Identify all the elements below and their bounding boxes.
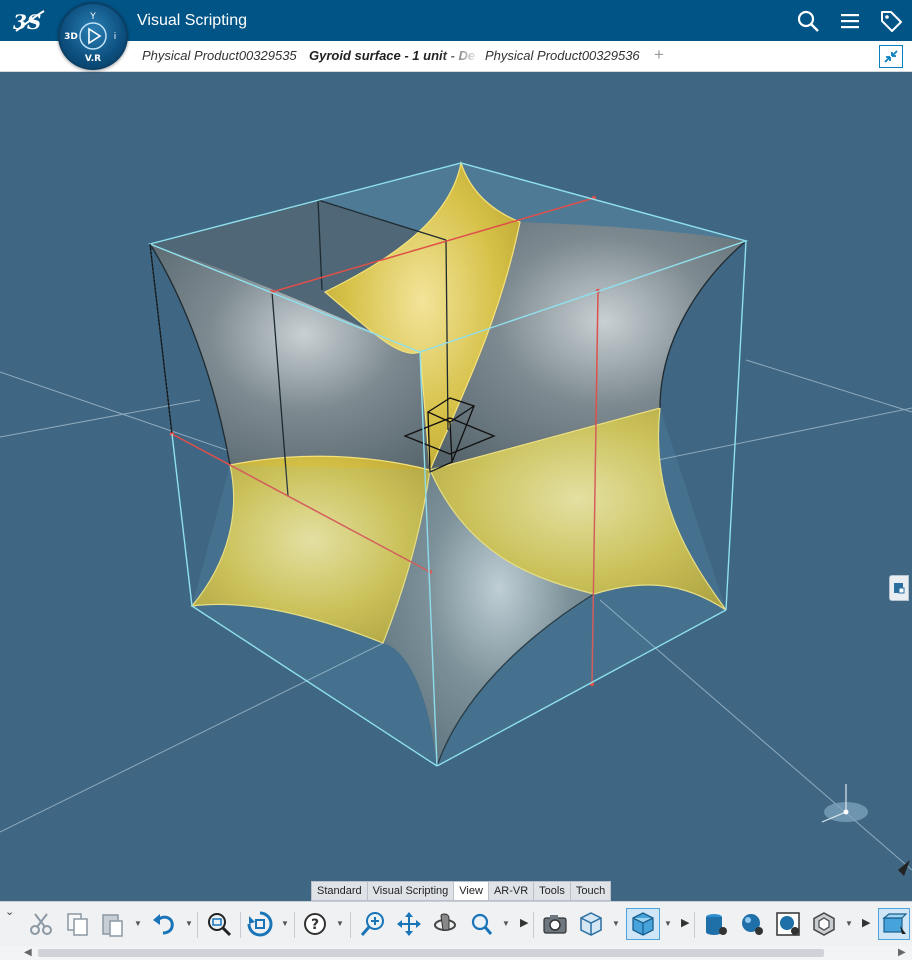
help-icon: ? — [304, 913, 326, 935]
zoom-icon — [360, 912, 384, 936]
render-icon — [776, 912, 800, 936]
cube-view-button[interactable] — [878, 908, 910, 940]
3d-viewport[interactable] — [0, 72, 912, 902]
minimize-window-button[interactable] — [879, 45, 903, 68]
zoom-fit-icon — [208, 913, 232, 937]
capture-button[interactable] — [540, 908, 570, 940]
top-bar: 3S Visual Scripting — [0, 0, 912, 41]
compass-widget[interactable]: Y 3D i V.R — [58, 2, 128, 70]
expand-group-arrow-2[interactable]: ▶ — [681, 916, 689, 929]
panel-icon — [894, 583, 905, 594]
tag-icon[interactable] — [879, 9, 903, 33]
compass-bottom-label: V.R — [85, 54, 101, 64]
tab-physical-product-1[interactable]: Physical Product00329535 — [142, 48, 297, 63]
tab-physical-product-2[interactable]: Physical Product00329536 — [485, 48, 640, 63]
section-tab-standard[interactable]: Standard — [311, 881, 367, 901]
help-button[interactable]: ? — [300, 908, 330, 940]
copy-icon — [67, 913, 88, 936]
undo-icon — [153, 914, 174, 935]
help-options-caret[interactable]: ▼ — [336, 919, 344, 928]
expand-group-arrow-3[interactable]: ▶ — [862, 916, 870, 929]
render-button[interactable] — [773, 908, 803, 940]
cube-view-icon — [882, 913, 908, 934]
pan-button[interactable] — [394, 908, 424, 940]
svg-text:?: ? — [311, 917, 319, 933]
cut-button[interactable] — [26, 908, 56, 940]
paste-button[interactable] — [98, 908, 128, 940]
compass-top-label: Y — [89, 12, 96, 22]
scroll-thumb[interactable] — [38, 949, 824, 957]
paste-icon — [102, 914, 123, 937]
zoom-options-caret[interactable]: ▼ — [502, 919, 510, 928]
gyroid-scene — [0, 160, 912, 876]
action-bar: ▼ ▼ ▼ ? ▼ ▼ ▶ ▼ ▼ ▶ ▼ ▶ — [0, 901, 912, 946]
action-bar-scrollbar[interactable]: ◀ ▶ — [0, 946, 912, 960]
zoom-area-button[interactable] — [466, 908, 496, 940]
scroll-left-arrow[interactable]: ◀ — [24, 946, 32, 960]
collapse-action-bar-chevron[interactable]: ⌄ — [5, 905, 14, 918]
section-tab-tools[interactable]: Tools — [533, 881, 570, 901]
cursor-pointer-icon — [898, 860, 910, 876]
wireframe-caret[interactable]: ▼ — [845, 919, 853, 928]
document-tab-bar: Physical Product00329535 Gyroid surface … — [0, 41, 912, 72]
copy-button[interactable] — [62, 908, 92, 940]
fit-selection-button[interactable] — [204, 908, 234, 940]
shaded-cube-icon — [632, 912, 654, 936]
section-tab-visual-scripting[interactable]: Visual Scripting — [366, 881, 454, 901]
3ds-logo[interactable]: 3S — [12, 7, 46, 35]
data-button[interactable] — [701, 908, 731, 940]
material-icon — [742, 914, 763, 935]
compass-left-label: 3D — [64, 32, 78, 42]
toolbar-separator — [533, 912, 534, 938]
menu-icon[interactable] — [838, 9, 862, 33]
paste-options-caret[interactable]: ▼ — [134, 919, 142, 928]
material-button[interactable] — [737, 908, 767, 940]
toolbar-separator — [694, 912, 695, 938]
tab-fade — [440, 45, 480, 67]
collapse-arrows-icon — [884, 50, 898, 63]
fit-all-icon — [247, 911, 273, 937]
rotate-icon — [434, 913, 456, 931]
camera-icon — [543, 915, 567, 934]
section-tab-view[interactable]: View — [453, 881, 488, 901]
cut-icon — [30, 913, 52, 935]
hexagon-icon — [813, 912, 835, 936]
scroll-right-arrow[interactable]: ▶ — [898, 946, 906, 960]
search-icon[interactable] — [796, 9, 820, 33]
toolbar-separator — [294, 912, 295, 938]
app-title: Visual Scripting — [137, 12, 247, 29]
section-tab-ar-vr[interactable]: AR-VR — [487, 881, 534, 901]
toolbar-separator — [350, 912, 351, 938]
toolbar-separator — [240, 912, 241, 938]
pan-icon — [397, 912, 421, 936]
shading-caret[interactable]: ▼ — [664, 919, 672, 928]
undo-button[interactable] — [149, 908, 179, 940]
database-icon — [706, 914, 727, 935]
action-bar-section-tabs: Standard Visual Scripting View AR-VR Too… — [311, 881, 612, 901]
expand-group-arrow[interactable]: ▶ — [520, 916, 528, 929]
fit-all-button[interactable] — [245, 908, 275, 940]
zoom-button[interactable] — [358, 908, 388, 940]
orientation-gizmo[interactable] — [821, 784, 868, 823]
view-mode-icon — [580, 912, 602, 936]
view-mode-button[interactable] — [576, 908, 606, 940]
add-tab-button[interactable]: + — [654, 45, 664, 65]
fit-options-caret[interactable]: ▼ — [281, 919, 289, 928]
undo-options-caret[interactable]: ▼ — [185, 919, 193, 928]
zoom-area-icon — [471, 913, 493, 935]
rotate-button[interactable] — [430, 908, 460, 940]
toolbar-separator — [197, 912, 198, 938]
section-tab-touch[interactable]: Touch — [569, 881, 612, 901]
shading-button[interactable] — [626, 908, 660, 940]
side-panel-handle[interactable] — [889, 575, 909, 601]
compass-right-label: i — [114, 32, 117, 42]
wireframe-button[interactable] — [809, 908, 839, 940]
view-mode-caret[interactable]: ▼ — [612, 919, 620, 928]
